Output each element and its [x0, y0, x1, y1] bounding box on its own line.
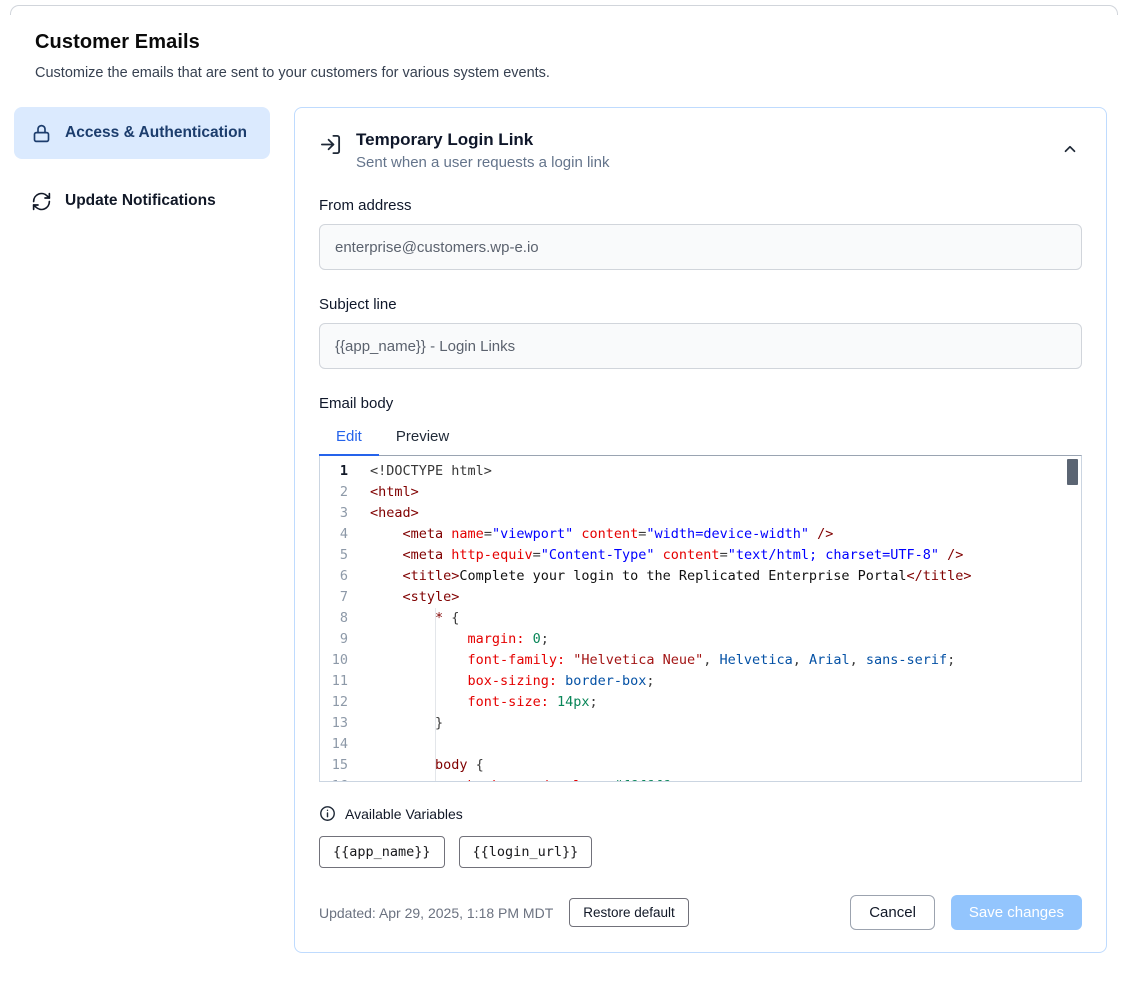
collapse-button[interactable]: [1058, 138, 1082, 162]
sidebar-item-label: Update Notifications: [65, 189, 216, 213]
page-header: Customer Emails Customize the emails tha…: [35, 31, 1093, 81]
subject-line-input[interactable]: [319, 323, 1082, 369]
cancel-button[interactable]: Cancel: [850, 895, 935, 930]
panel-subtitle: Sent when a user requests a login link: [356, 154, 1044, 171]
subject-line-label: Subject line: [319, 296, 1082, 313]
line-number: 16: [320, 776, 348, 782]
code-line[interactable]: * {: [370, 608, 1081, 629]
code-line[interactable]: <html>: [370, 482, 1081, 503]
code-line[interactable]: }: [370, 713, 1081, 734]
info-icon: [319, 805, 336, 822]
code-line[interactable]: <title>Complete your login to the Replic…: [370, 566, 1081, 587]
tab-preview[interactable]: Preview: [379, 418, 466, 456]
page-title: Customer Emails: [35, 31, 1093, 54]
available-variables-label: Available Variables: [345, 806, 463, 822]
content: Access & Authentication Update Notificat…: [0, 107, 1128, 975]
panel-title: Temporary Login Link: [356, 130, 1044, 150]
sidebar-item-label: Access & Authentication: [65, 121, 247, 145]
line-number: 15: [320, 755, 348, 776]
code-line[interactable]: background-color: #f6f6f6;: [370, 776, 1081, 781]
email-body-section: Email body Edit Preview 1234567891011121…: [319, 395, 1082, 782]
available-variables-header: Available Variables: [319, 805, 1082, 822]
from-address-field: From address: [319, 197, 1082, 270]
tab-edit[interactable]: Edit: [319, 418, 379, 456]
code-editor[interactable]: 12345678910111213141516 <!DOCTYPE html><…: [319, 455, 1082, 782]
editor-code[interactable]: <!DOCTYPE html><html><head> <meta name="…: [370, 461, 1081, 781]
line-number: 10: [320, 650, 348, 671]
code-line[interactable]: <meta http-equiv="Content-Type" content=…: [370, 545, 1081, 566]
code-line[interactable]: [370, 734, 1081, 755]
panel-footer: Updated: Apr 29, 2025, 1:18 PM MDT Resto…: [319, 895, 1082, 930]
line-number: 13: [320, 713, 348, 734]
panel-header: Temporary Login Link Sent when a user re…: [319, 130, 1082, 171]
panel-titles: Temporary Login Link Sent when a user re…: [356, 130, 1044, 171]
updated-timestamp: Updated: Apr 29, 2025, 1:18 PM MDT: [319, 905, 553, 921]
login-icon: [319, 133, 342, 156]
indent-guide: [435, 608, 436, 781]
line-number: 2: [320, 482, 348, 503]
sync-icon: [31, 191, 52, 212]
variable-chip[interactable]: {{app_name}}: [319, 836, 445, 868]
sidebar: Access & Authentication Update Notificat…: [14, 107, 270, 225]
code-line[interactable]: body {: [370, 755, 1081, 776]
code-line[interactable]: <meta name="viewport" content="width=dev…: [370, 524, 1081, 545]
top-divider: [10, 5, 1118, 15]
code-line[interactable]: <style>: [370, 587, 1081, 608]
code-line[interactable]: <head>: [370, 503, 1081, 524]
line-number: 5: [320, 545, 348, 566]
code-line[interactable]: margin: 0;: [370, 629, 1081, 650]
chevron-up-icon: [1061, 146, 1079, 161]
from-address-label: From address: [319, 197, 1082, 214]
line-number: 1: [320, 461, 348, 482]
line-number: 7: [320, 587, 348, 608]
restore-default-button[interactable]: Restore default: [569, 898, 689, 927]
from-address-input[interactable]: [319, 224, 1082, 270]
line-number: 14: [320, 734, 348, 755]
line-number: 12: [320, 692, 348, 713]
line-number: 3: [320, 503, 348, 524]
line-number: 8: [320, 608, 348, 629]
code-line[interactable]: font-size: 14px;: [370, 692, 1081, 713]
line-number: 9: [320, 629, 348, 650]
line-number: 11: [320, 671, 348, 692]
lock-icon: [31, 123, 52, 144]
subject-line-field: Subject line: [319, 296, 1082, 369]
variable-chips: {{app_name}} {{login_url}}: [319, 836, 1082, 868]
sidebar-item-update-notifications[interactable]: Update Notifications: [14, 177, 270, 225]
email-body-label: Email body: [319, 395, 1082, 412]
code-line[interactable]: box-sizing: border-box;: [370, 671, 1081, 692]
code-line[interactable]: font-family: "Helvetica Neue", Helvetica…: [370, 650, 1081, 671]
variable-chip[interactable]: {{login_url}}: [459, 836, 593, 868]
page-subtitle: Customize the emails that are sent to yo…: [35, 65, 1093, 81]
email-template-panel: Temporary Login Link Sent when a user re…: [294, 107, 1107, 953]
editor-scrollbar-thumb[interactable]: [1067, 459, 1078, 485]
line-number: 6: [320, 566, 348, 587]
editor-gutter: 12345678910111213141516: [320, 461, 370, 781]
sidebar-item-access-authentication[interactable]: Access & Authentication: [14, 107, 270, 159]
editor-tabs: Edit Preview: [319, 418, 1082, 456]
save-changes-button[interactable]: Save changes: [951, 895, 1082, 930]
code-line[interactable]: <!DOCTYPE html>: [370, 461, 1081, 482]
line-number: 4: [320, 524, 348, 545]
